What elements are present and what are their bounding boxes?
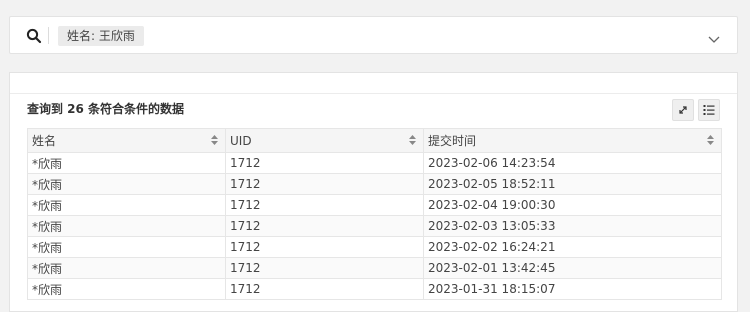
table-row[interactable]: *欣雨 1712 2023-02-06 14:23:54 [27,152,722,174]
table-header-row: 姓名 UID 提交时间 [27,128,722,153]
table-row[interactable]: *欣雨 1712 2023-02-03 13:05:33 [27,215,722,237]
search-icon[interactable] [26,28,42,44]
cell-submit-time: 2023-02-05 18:52:11 [423,173,722,195]
column-header-uid[interactable]: UID [225,128,424,153]
fullscreen-button[interactable] [672,99,694,121]
cell-uid: 1712 [225,236,424,258]
cell-submit-time: 2023-02-03 13:05:33 [423,215,722,237]
table-row[interactable]: *欣雨 1712 2023-02-01 13:42:45 [27,257,722,279]
sort-icon[interactable] [211,135,218,145]
chevron-down-icon[interactable] [707,30,721,43]
cell-name: *欣雨 [27,257,226,279]
sort-icon[interactable] [409,135,416,145]
table-row[interactable]: *欣雨 1712 2023-02-05 18:52:11 [27,173,722,195]
cell-submit-time: 2023-02-04 19:00:30 [423,194,722,216]
result-count: 查询到 26 条符合条件的数据 [27,102,185,116]
cell-name: *欣雨 [27,152,226,174]
cell-name: *欣雨 [27,173,226,195]
cell-uid: 1712 [225,152,424,174]
table-row[interactable]: *欣雨 1712 2023-02-02 16:24:21 [27,236,722,258]
results-panel: 查询到 26 条符合条件的数据 姓名 UID 提交时间 *欣雨 1712 202… [9,72,738,312]
column-header-submit-time[interactable]: 提交时间 [423,128,722,153]
table-row[interactable]: *欣雨 1712 2023-02-04 19:00:30 [27,194,722,216]
table-row[interactable]: *欣雨 1712 2023-01-31 18:15:07 [27,278,722,300]
cell-name: *欣雨 [27,236,226,258]
column-header-name[interactable]: 姓名 [27,128,226,153]
sort-icon[interactable] [707,135,714,145]
cell-submit-time: 2023-01-31 18:15:07 [423,278,722,300]
column-header-label: UID [230,133,252,148]
cell-submit-time: 2023-02-06 14:23:54 [423,152,722,174]
cell-name: *欣雨 [27,215,226,237]
column-settings-button[interactable] [698,99,720,121]
cell-submit-time: 2023-02-02 16:24:21 [423,236,722,258]
search-panel: 姓名: 王欣雨 [9,16,738,54]
cell-submit-time: 2023-02-01 13:42:45 [423,257,722,279]
cell-uid: 1712 [225,173,424,195]
column-header-label: 提交时间 [428,134,477,148]
filter-tag[interactable]: 姓名: 王欣雨 [58,26,144,46]
panel-header-strip [10,73,737,94]
results-table: 姓名 UID 提交时间 *欣雨 1712 2023-02-06 14:23:54… [27,128,722,300]
cell-name: *欣雨 [27,194,226,216]
cell-uid: 1712 [225,278,424,300]
column-header-label: 姓名 [32,134,57,148]
cell-uid: 1712 [225,194,424,216]
cell-name: *欣雨 [27,278,226,300]
cell-uid: 1712 [225,257,424,279]
cell-uid: 1712 [225,215,424,237]
expand-arrows-icon [679,106,687,114]
list-settings-icon [703,105,715,115]
search-divider [48,27,49,44]
